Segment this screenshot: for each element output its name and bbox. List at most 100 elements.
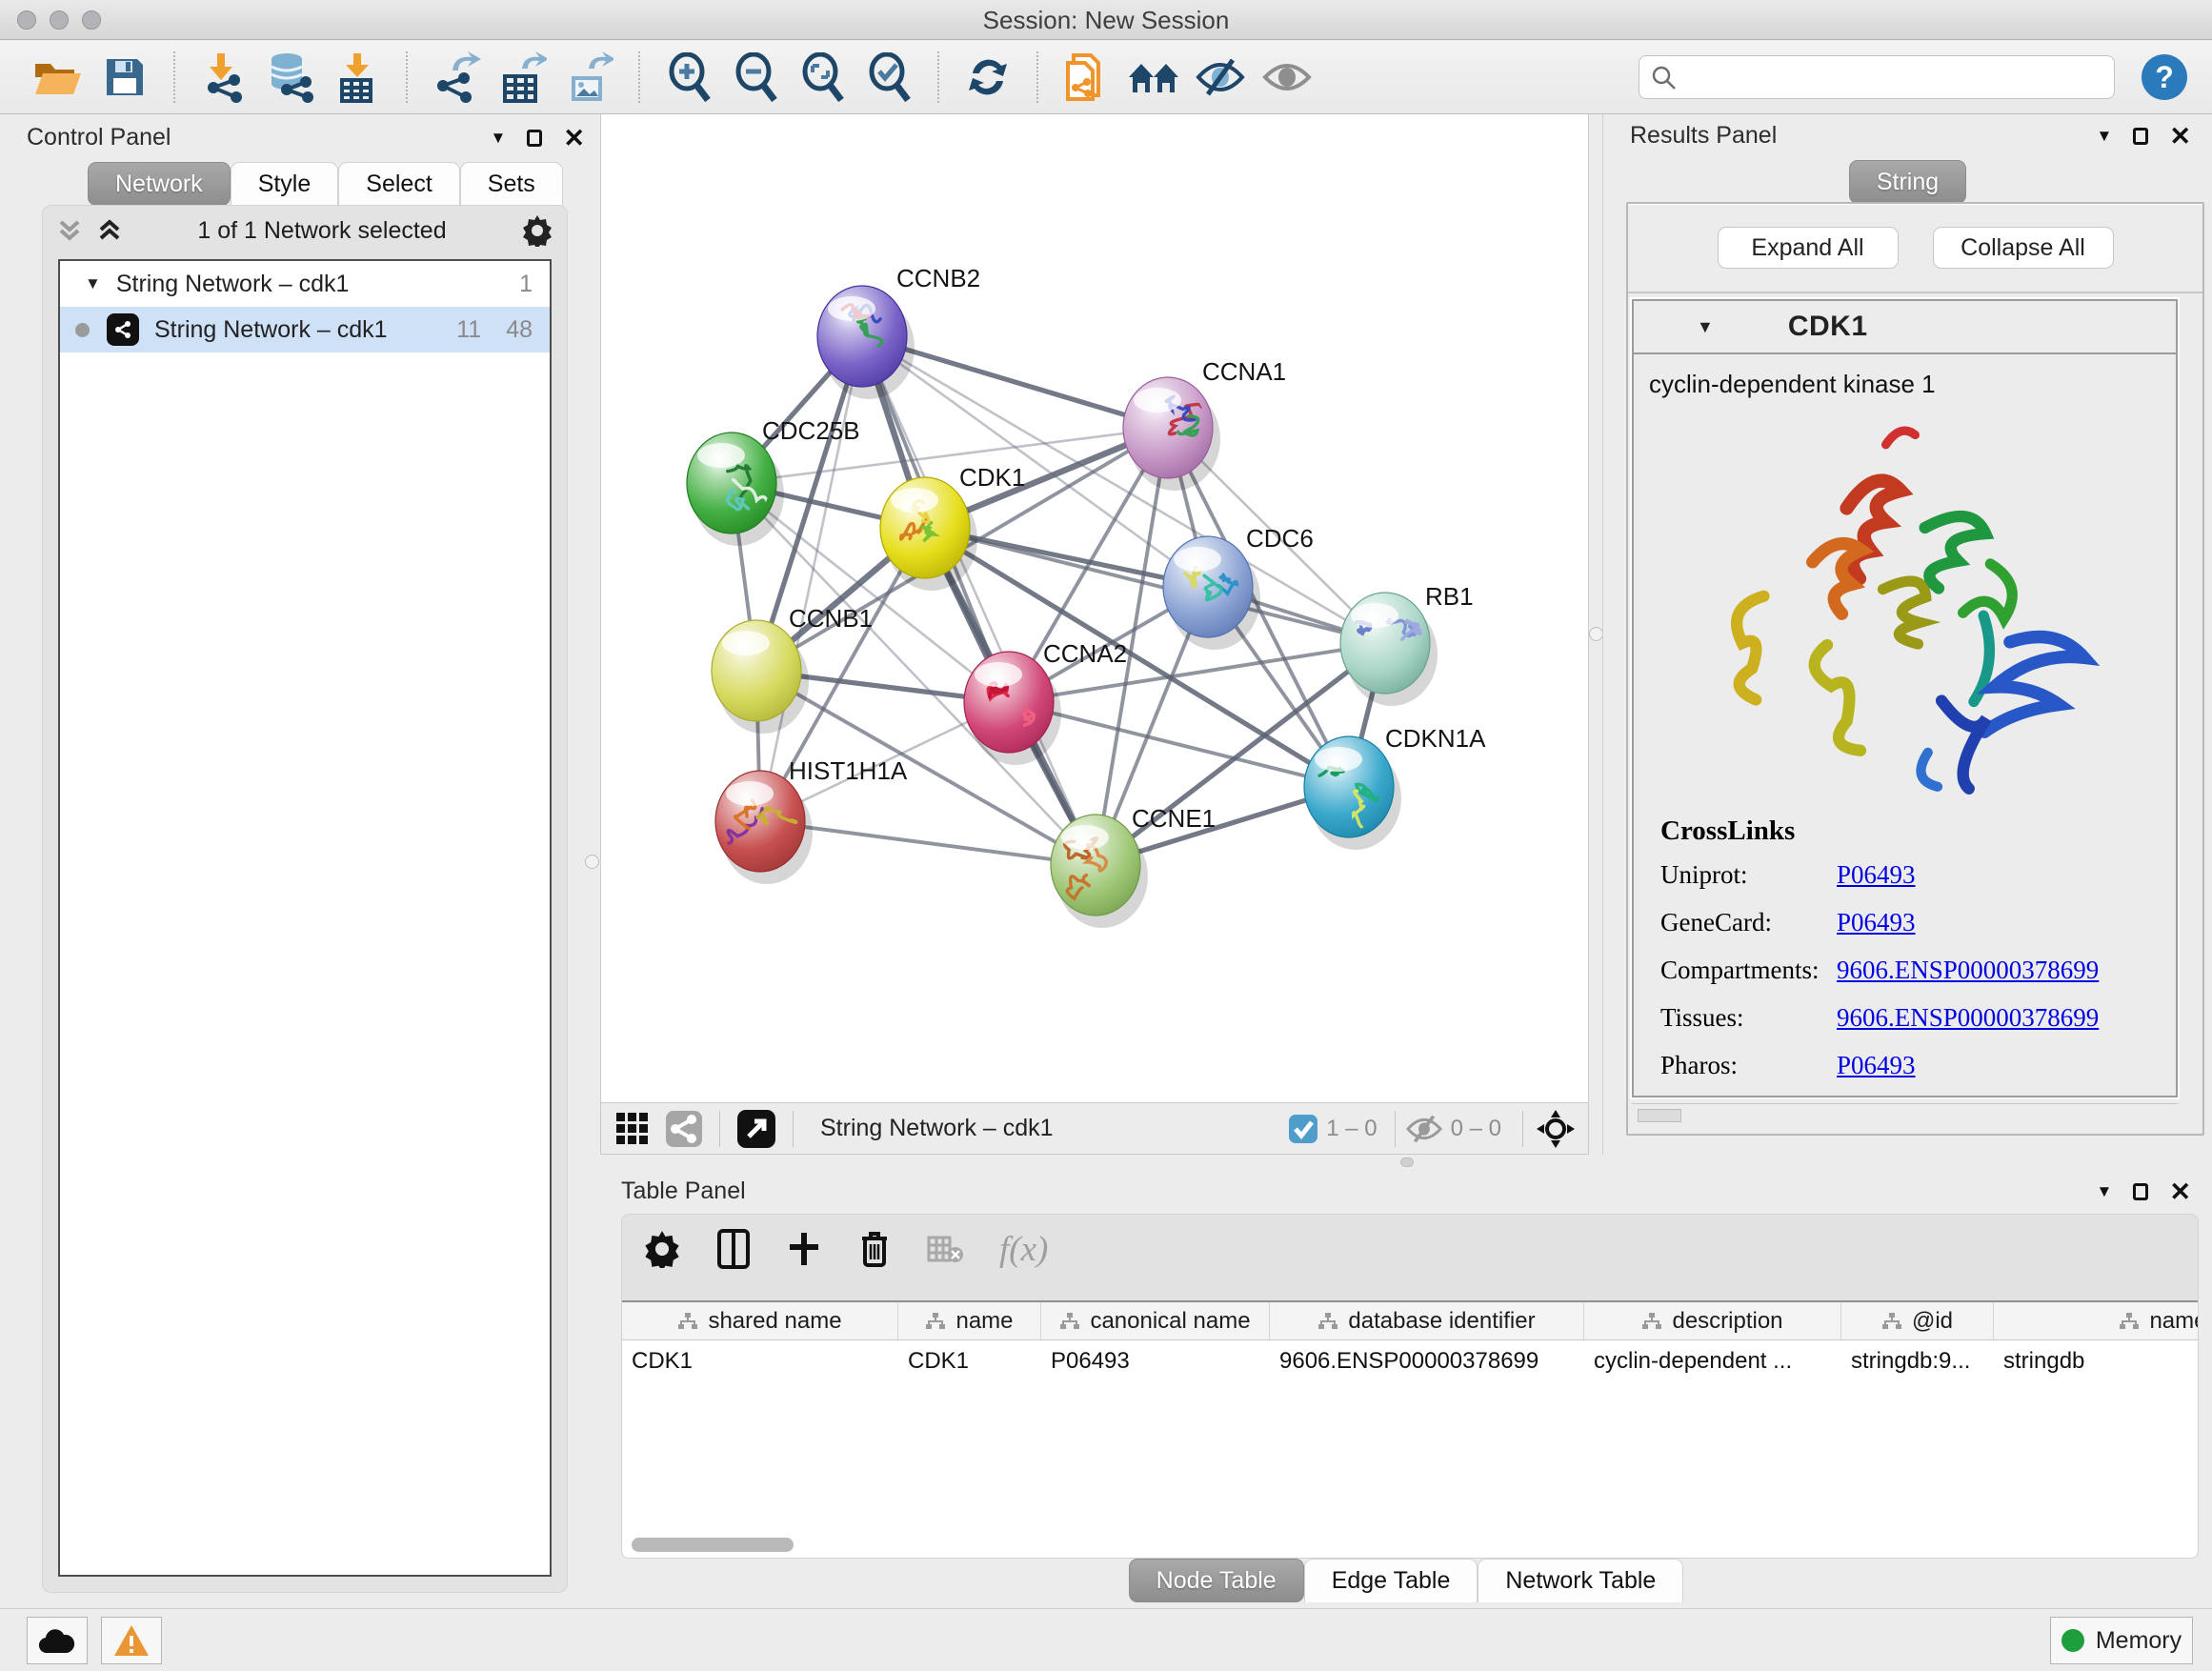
column-header-shared-name[interactable]: shared name (622, 1302, 898, 1339)
network-node-RB1[interactable]: RB1 (1340, 582, 1474, 706)
tab-style[interactable]: Style (231, 162, 339, 206)
panel-menu-icon[interactable]: ▼ (491, 129, 507, 148)
column-header-@id[interactable]: @id (1841, 1302, 1994, 1339)
collapse-all-chevron-icon[interactable] (56, 216, 83, 245)
crosslink-link[interactable]: P06493 (1837, 1051, 1916, 1080)
collapse-card-caret[interactable]: ▼ (1697, 317, 1714, 337)
table-cell[interactable]: stringdb (1994, 1340, 2198, 1384)
grid-view-icon[interactable] (614, 1111, 651, 1147)
crosslink-link[interactable]: P06493 (1837, 860, 1916, 890)
table-cell[interactable]: 9606.ENSP00000378699 (1270, 1340, 1584, 1384)
network-node-CCNB1[interactable]: CCNB1 (712, 604, 873, 734)
apply-layout-button[interactable] (961, 50, 1015, 104)
table-cell[interactable]: cyclin-dependent ... (1584, 1340, 1841, 1384)
search-box[interactable] (1639, 55, 2115, 99)
tab-select[interactable]: Select (338, 162, 459, 206)
tab-edge-table[interactable]: Edge Table (1304, 1559, 1478, 1602)
table-cell[interactable]: P06493 (1041, 1340, 1270, 1384)
network-canvas[interactable]: CCNB2CCNA1CDC25BCDK1CDC6RB1CCNB1CCNA2CDK… (601, 114, 1590, 1102)
close-window-button[interactable] (17, 10, 36, 30)
hidden-eye-icon[interactable] (1405, 1113, 1443, 1145)
zoom-window-button[interactable] (82, 10, 101, 30)
network-node-CCNE1[interactable]: CCNE1 (1051, 804, 1216, 928)
warnings-button[interactable] (101, 1617, 162, 1664)
network-collection-row[interactable]: ▼ String Network – cdk1 1 (60, 261, 550, 307)
network-edge-CCNB2-HIST1H1A[interactable] (760, 336, 862, 821)
import-table-button[interactable] (331, 50, 384, 104)
network-row-selected[interactable]: String Network – cdk1 11 48 (60, 307, 550, 352)
network-edge-CDK1-RB1[interactable] (925, 528, 1385, 643)
tab-network-table[interactable]: Network Table (1478, 1559, 1683, 1602)
network-view[interactable]: CCNB2CCNA1CDC25BCDK1CDC6RB1CCNB1CCNA2CDK… (600, 114, 1589, 1102)
export-table-button[interactable] (496, 50, 550, 104)
splitter-grip[interactable] (1400, 1158, 1414, 1167)
close-panel-icon[interactable]: ✕ (2169, 1183, 2191, 1200)
results-horizontal-scrollbar[interactable] (1632, 1103, 2178, 1128)
table-gear-icon[interactable] (643, 1230, 681, 1268)
node-table[interactable]: shared namenamecanonical namedatabase id… (622, 1300, 2198, 1558)
selected-checkbox-icon[interactable] (1288, 1114, 1318, 1144)
table-cell[interactable]: CDK1 (898, 1340, 1041, 1384)
column-header-canonical-name[interactable]: canonical name (1041, 1302, 1270, 1339)
float-panel-icon[interactable] (527, 130, 542, 147)
crosslink-link[interactable]: 9606.ENSP00000378699 (1837, 956, 2099, 985)
cloud-button[interactable] (27, 1617, 88, 1664)
column-header-namespace[interactable]: namespace (1994, 1302, 2198, 1339)
search-input[interactable] (1685, 64, 2102, 91)
export-image-button[interactable] (563, 50, 616, 104)
import-network-file-button[interactable] (197, 50, 251, 104)
network-share-icon[interactable] (666, 1111, 702, 1147)
collapse-all-button[interactable]: Collapse All (1933, 227, 2114, 269)
tab-sets[interactable]: Sets (460, 162, 563, 206)
gear-icon[interactable] (521, 214, 553, 247)
right-splitter-handle[interactable] (1589, 627, 1603, 641)
panel-menu-icon[interactable]: ▼ (2097, 127, 2113, 146)
network-edge-CCNB2-CCNE1[interactable] (862, 336, 1096, 865)
delete-table-icon[interactable] (927, 1234, 963, 1264)
window-traffic-lights[interactable] (17, 10, 101, 30)
float-panel-icon[interactable] (2133, 1183, 2148, 1200)
export-network-button[interactable] (430, 50, 483, 104)
zoom-selected-button[interactable] (862, 50, 915, 104)
show-columns-icon[interactable] (717, 1229, 750, 1269)
table-horizontal-scrollbar[interactable] (632, 1538, 794, 1552)
birds-eye-crosshair-icon[interactable] (1537, 1110, 1575, 1148)
add-column-icon[interactable] (786, 1231, 822, 1267)
table-row[interactable]: CDK1CDK1P064939606.ENSP00000378699cyclin… (622, 1340, 2198, 1384)
network-node-CCNB2[interactable]: CCNB2 (817, 264, 980, 399)
save-session-button[interactable] (98, 50, 151, 104)
float-panel-icon[interactable] (2133, 128, 2148, 145)
zoom-out-button[interactable] (729, 50, 782, 104)
panel-menu-icon[interactable]: ▼ (2097, 1182, 2113, 1201)
close-panel-icon[interactable]: ✕ (2169, 128, 2191, 145)
string-document-button[interactable] (1060, 50, 1114, 104)
import-network-database-button[interactable] (264, 50, 317, 104)
tab-string[interactable]: String (1849, 160, 1966, 204)
table-cell[interactable]: CDK1 (622, 1340, 898, 1384)
network-node-CDC25B[interactable]: CDC25B (687, 416, 860, 546)
minimize-window-button[interactable] (50, 10, 69, 30)
close-panel-icon[interactable]: ✕ (563, 130, 585, 147)
help-button[interactable]: ? (2142, 54, 2187, 100)
table-cell[interactable]: stringdb:9... (1841, 1340, 1994, 1384)
column-header-database-identifier[interactable]: database identifier (1270, 1302, 1584, 1339)
function-builder-icon[interactable]: f(x) (999, 1229, 1048, 1270)
show-all-button[interactable] (1260, 50, 1314, 104)
network-node-HIST1H1A[interactable]: HIST1H1A (715, 756, 908, 884)
tab-network[interactable]: Network (88, 162, 231, 206)
column-header-description[interactable]: description (1584, 1302, 1841, 1339)
hide-selected-button[interactable] (1194, 50, 1247, 104)
network-node-CDKN1A[interactable]: CDKN1A (1304, 724, 1486, 850)
scrollbar-thumb[interactable] (1638, 1109, 1681, 1122)
tab-node-table[interactable]: Node Table (1129, 1559, 1304, 1602)
zoom-in-button[interactable] (662, 50, 715, 104)
network-node-CCNA1[interactable]: CCNA1 (1123, 357, 1286, 491)
horizontal-splitter[interactable] (600, 1155, 2212, 1170)
home-button[interactable] (1127, 50, 1180, 104)
crosslink-link[interactable]: 9606.ENSP00000378699 (1837, 1003, 2099, 1033)
zoom-fit-button[interactable] (795, 50, 849, 104)
expand-all-chevron-icon[interactable] (96, 216, 123, 245)
column-header-name[interactable]: name (898, 1302, 1041, 1339)
left-splitter-handle[interactable] (585, 855, 599, 869)
collection-expand-caret[interactable]: ▼ (85, 274, 101, 293)
